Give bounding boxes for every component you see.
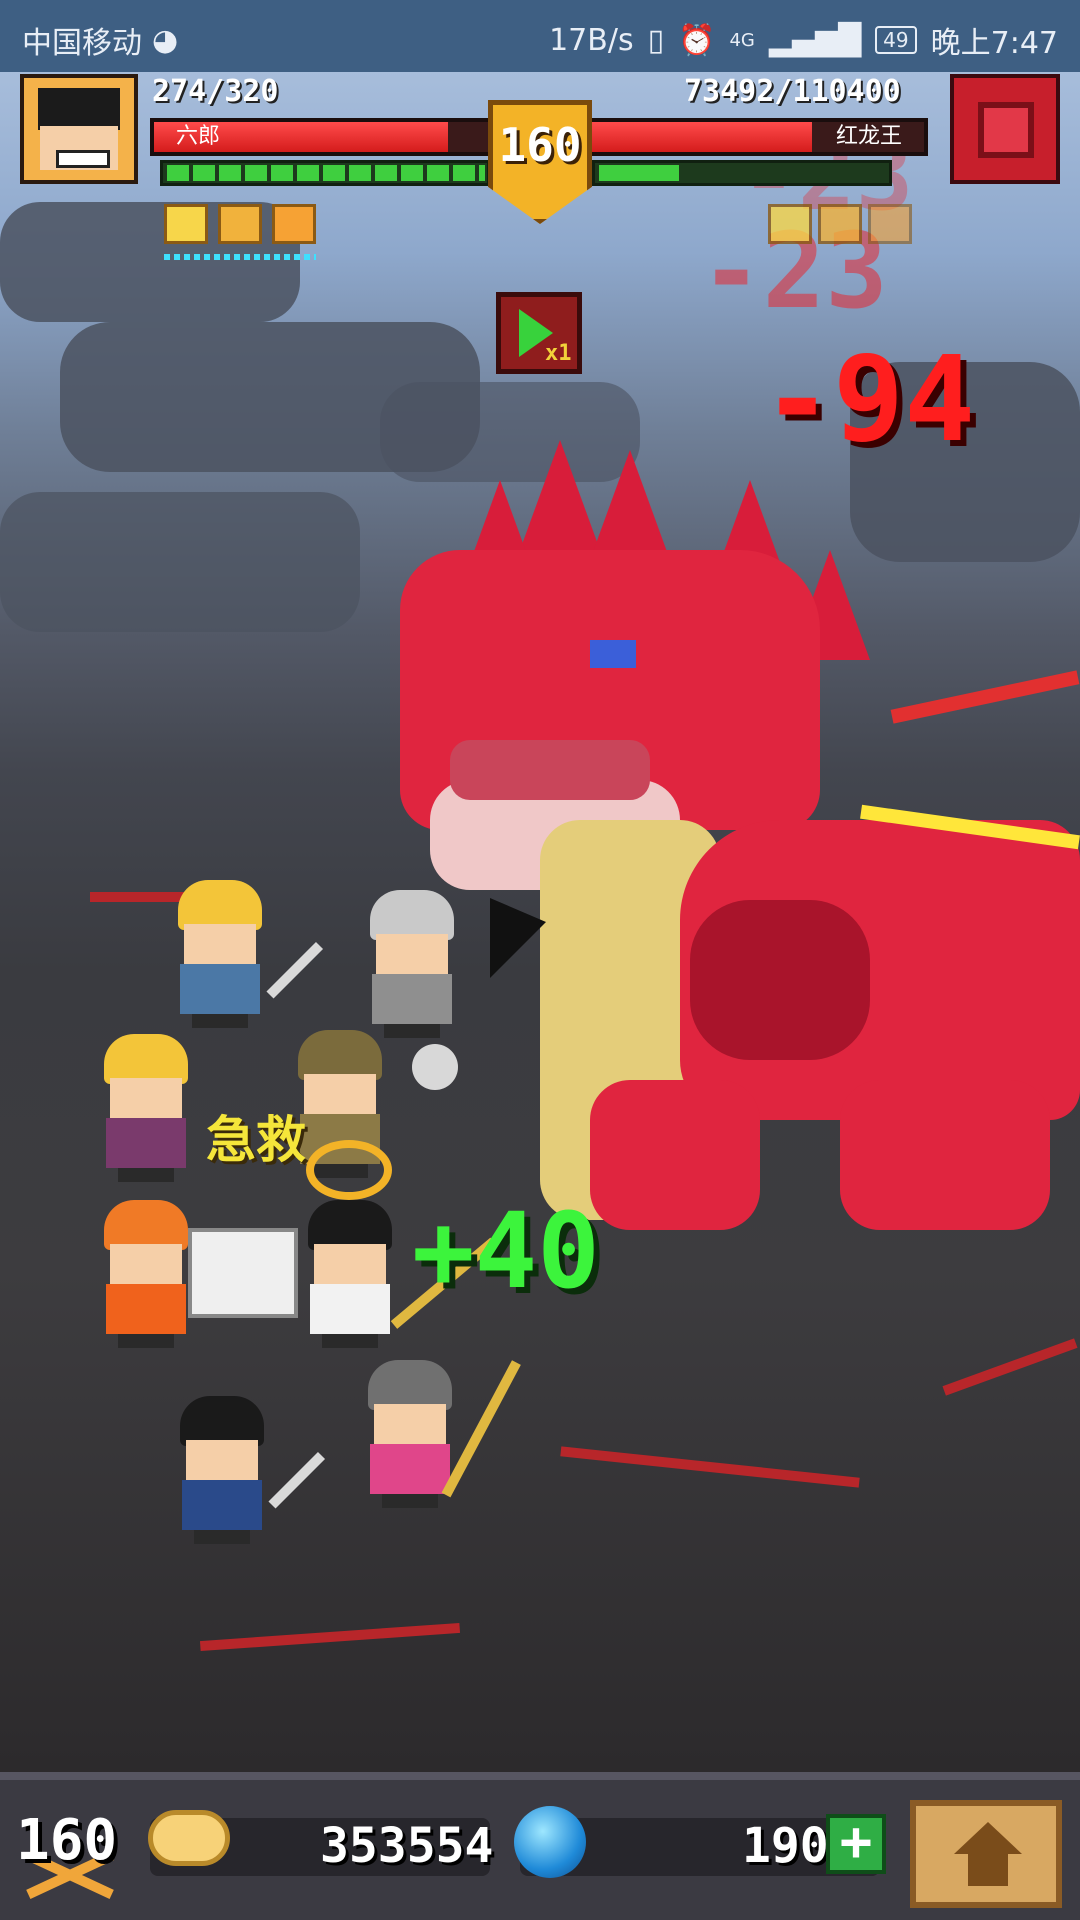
dragon-spike <box>590 450 670 560</box>
hero-knight[interactable] <box>362 890 462 1040</box>
hero-builder-1[interactable] <box>170 880 270 1030</box>
player-level: 160 <box>498 118 582 172</box>
carrier-label: 中国移动 <box>22 26 142 61</box>
alarm-icon: ⏰ <box>678 22 716 58</box>
battle-speed-button[interactable]: x1 <box>496 292 582 374</box>
avatar-hair <box>38 88 120 130</box>
signal-icon: ▂▄▆█ <box>768 22 862 58</box>
sp-fill <box>167 165 485 181</box>
player-sp-bar <box>160 160 490 186</box>
boss-buff-icon[interactable] <box>868 204 912 244</box>
hero-builder-2[interactable] <box>96 1034 196 1184</box>
lava-crack <box>942 1338 1078 1396</box>
dragon-mouth <box>450 740 650 800</box>
status-left: 中国移动 ◕ <box>22 18 178 62</box>
boss-buff-icon[interactable] <box>768 204 812 244</box>
cloud <box>0 492 360 632</box>
fire-buff-icon[interactable] <box>272 204 316 244</box>
network-speed: 17B/s <box>549 22 634 58</box>
boss-hp-text: 73492/110400 <box>684 74 901 109</box>
target-ring <box>306 1140 392 1200</box>
boss-sp-bar <box>592 160 892 186</box>
dragon-leg <box>590 1080 760 1230</box>
hero-leader[interactable] <box>300 1200 400 1350</box>
red-dragon-boss[interactable] <box>390 440 1080 1240</box>
dragon-leg <box>840 1080 1050 1230</box>
dragon-eye <box>590 640 636 668</box>
attack-buff-icon[interactable] <box>164 204 208 244</box>
defense-buff-icon[interactable] <box>218 204 262 244</box>
player-hp-bar: 六郎 <box>150 118 500 156</box>
status-right: 17B/s ▯ ⏰ 4G ▂▄▆█ 49 晚上7:47 <box>549 18 1058 62</box>
lightning-bolt <box>890 670 1080 724</box>
boss-hp-bar: 红龙王 <box>580 118 928 156</box>
player-hp-text: 274/320 <box>152 74 279 109</box>
notification-icon: ◕ <box>152 22 179 58</box>
boss-sp-fill <box>599 165 679 181</box>
lava-crack <box>199 1622 461 1652</box>
hammer-icon <box>412 1044 458 1090</box>
network-type: 4G <box>729 29 755 51</box>
lava-crack <box>560 1446 860 1488</box>
boss-emblem <box>978 102 1034 158</box>
status-bar: 中国移动 ◕ 17B/s ▯ ⏰ 4G ▂▄▆█ 49 晚上7:47 <box>0 0 1080 72</box>
player-avatar[interactable] <box>20 74 138 184</box>
scroll-icon <box>188 1228 298 1318</box>
rescue-label: 急救 <box>206 1111 306 1169</box>
gem-amount: 190 <box>742 1818 829 1874</box>
hero-engineer[interactable] <box>96 1200 196 1350</box>
boss-avatar[interactable] <box>950 74 1060 184</box>
gem-icon <box>514 1806 586 1878</box>
player-name: 六郎 <box>176 124 221 149</box>
home-button[interactable] <box>910 1800 1062 1908</box>
buff-duration-dots <box>164 254 316 260</box>
time-label: 晚上7:47 <box>930 26 1058 61</box>
dragon-shoulder <box>690 900 870 1060</box>
heal-number: +40 <box>412 1190 600 1312</box>
boss-name: 红龙王 <box>835 124 902 149</box>
battery-icon: 49 <box>875 26 917 54</box>
vibrate-icon: ▯ <box>647 22 665 58</box>
boss-buff-icon[interactable] <box>818 204 862 244</box>
add-gems-button[interactable]: + <box>826 1814 886 1874</box>
level-badge-value: 160 <box>16 1808 118 1873</box>
speed-multiplier: x1 <box>545 341 572 366</box>
home-icon-wall <box>968 1852 1008 1886</box>
boss-hp-fill <box>584 122 812 152</box>
damage-number: -94 <box>762 330 976 468</box>
gold-coin-icon <box>148 1810 230 1866</box>
gold-amount: 353554 <box>320 1818 494 1874</box>
home-icon <box>954 1822 1022 1854</box>
hero-kid[interactable] <box>172 1396 272 1546</box>
avatar-grin <box>56 150 110 168</box>
